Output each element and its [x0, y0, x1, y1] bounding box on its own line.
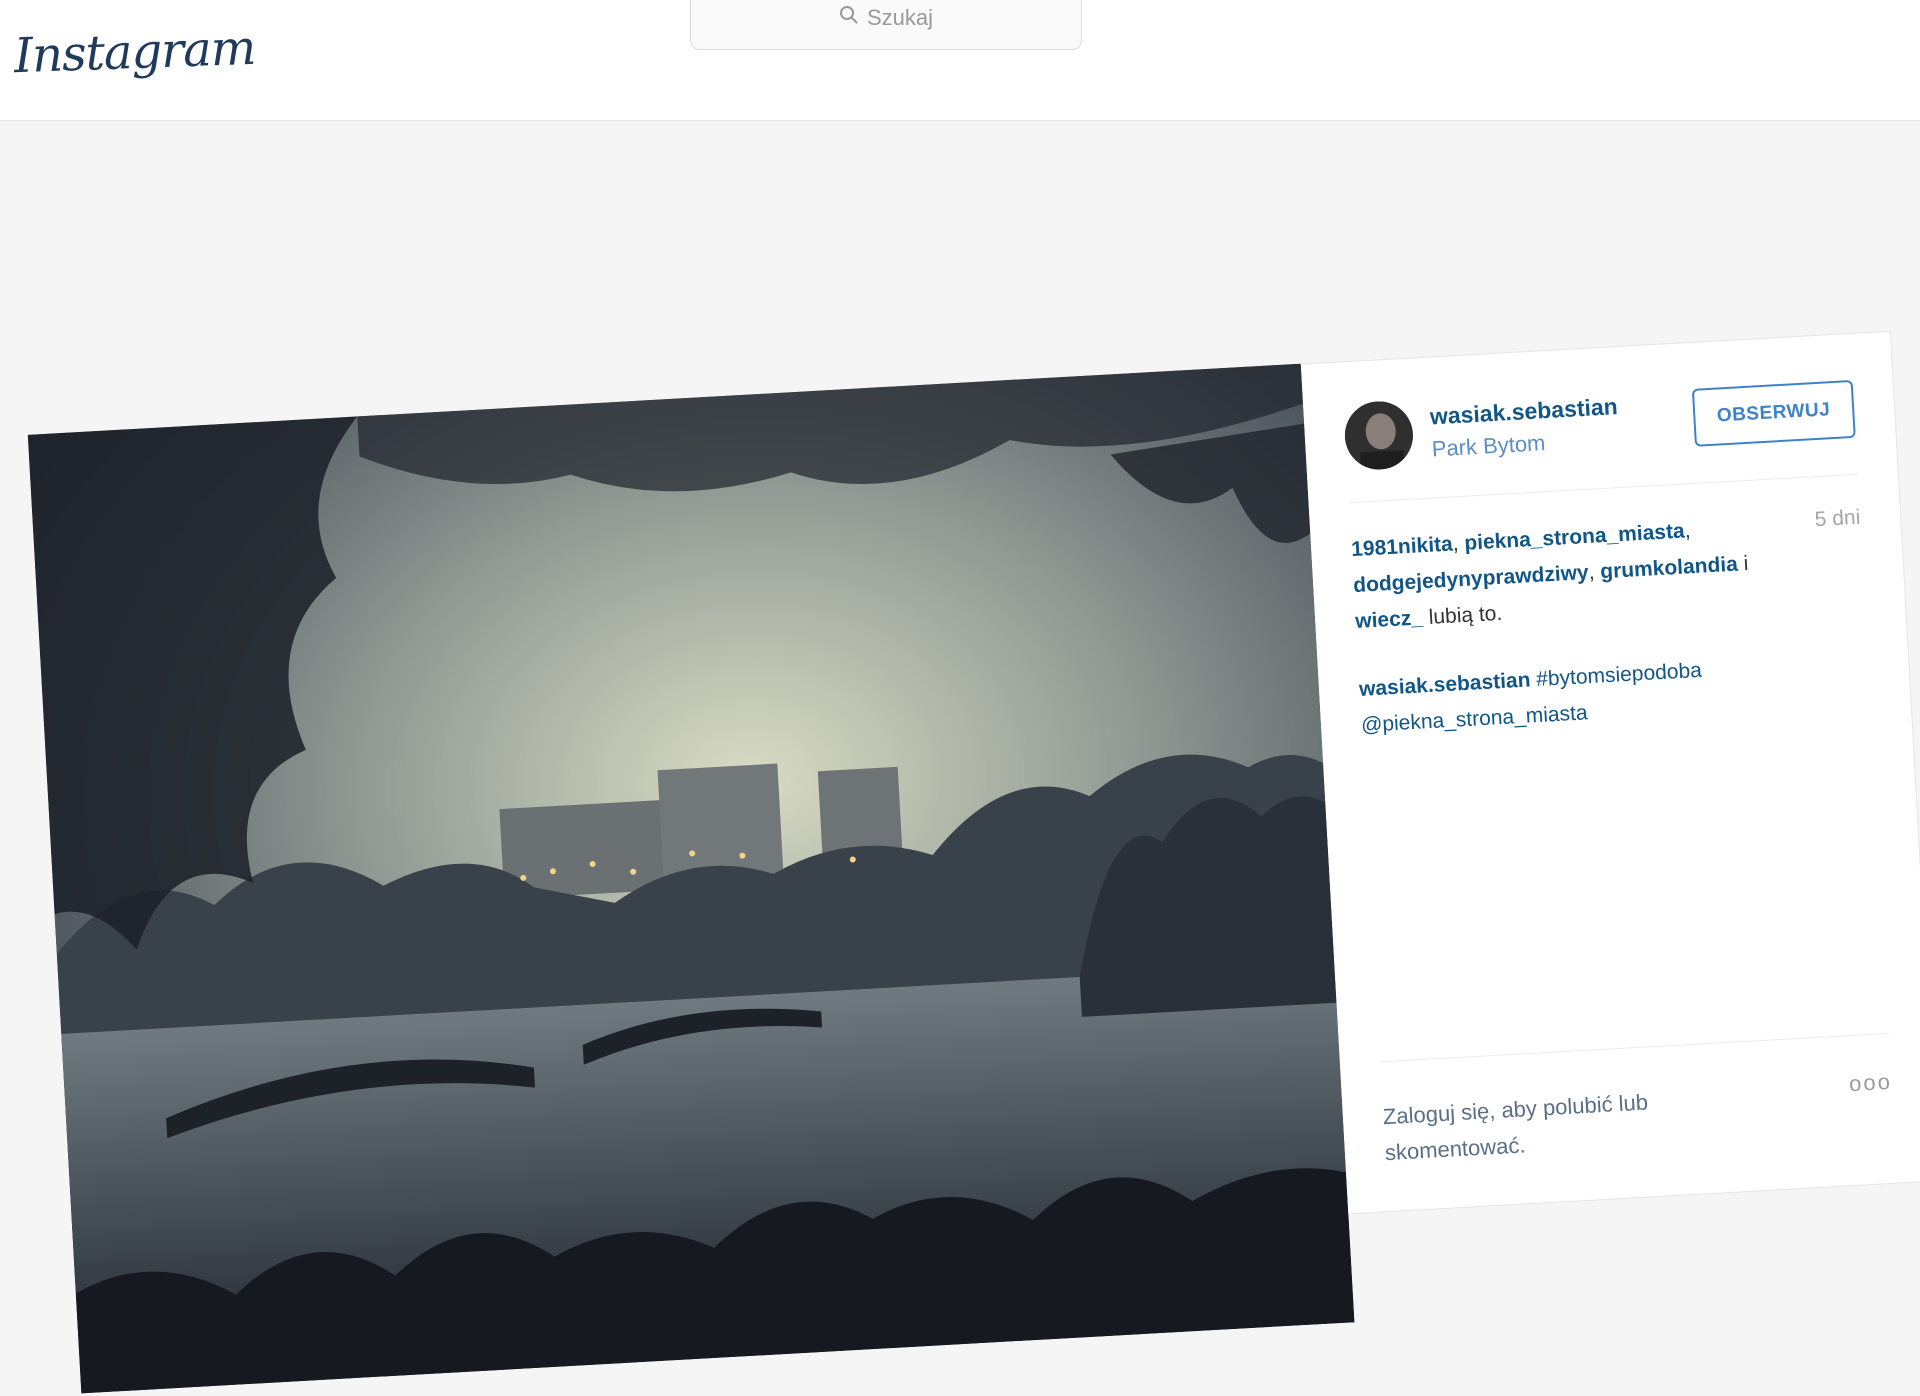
likes-and: i [1737, 552, 1749, 576]
divider [1348, 473, 1858, 504]
like-user-link[interactable]: dodgejedynyprawdziwy [1353, 561, 1590, 597]
post-stage: wasiak.sebastian Park Bytom OBSERWUJ 198… [0, 0, 1920, 1394]
avatar[interactable] [1343, 399, 1415, 472]
likes-suffix: lubią to. [1422, 601, 1503, 630]
user-meta: wasiak.sebastian Park Bytom [1429, 388, 1694, 462]
like-user-link[interactable]: wiecz_ [1355, 606, 1424, 633]
likes-separator: , [1683, 519, 1692, 543]
likes-summary: 1981nikita, piekna_strona_miasta, dodgej… [1350, 509, 1775, 640]
like-user-link[interactable]: piekna_strona_miasta [1464, 520, 1686, 555]
post-photo[interactable] [27, 363, 1355, 1394]
caption-username[interactable]: wasiak.sebastian [1358, 668, 1531, 701]
more-options-icon[interactable]: ooo [1848, 1069, 1892, 1097]
post-side-panel: wasiak.sebastian Park Bytom OBSERWUJ 198… [1300, 330, 1920, 1215]
login-prompt[interactable]: Zaloguj się, aby polubić lub skomentować… [1382, 1078, 1765, 1171]
follow-button[interactable]: OBSERWUJ [1691, 379, 1856, 447]
like-user-link[interactable]: 1981nikita [1351, 533, 1454, 562]
post-time[interactable]: 5 dni [1814, 506, 1861, 533]
post-header: wasiak.sebastian Park Bytom OBSERWUJ [1342, 364, 1856, 482]
like-user-link[interactable]: grumkolandia [1600, 553, 1739, 584]
post-caption: wasiak.sebastian #bytomsiepodoba @piekna… [1358, 646, 1821, 744]
divider [1379, 1032, 1890, 1063]
